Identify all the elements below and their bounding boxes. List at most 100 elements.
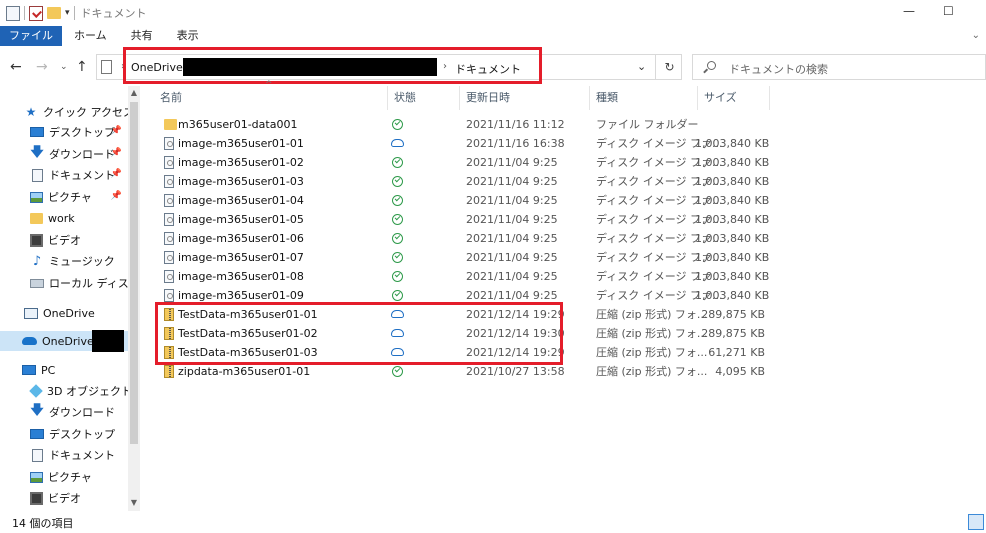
redacted-account-name — [183, 58, 437, 76]
cloud-status-icon — [391, 139, 404, 147]
scrollbar-thumb[interactable] — [130, 102, 138, 444]
navigation-pane: ★ クイック アクセス デスクトップ 📌 🡇 ダウンロード 📌 ドキュメント 📌… — [0, 86, 142, 511]
forward-icon[interactable]: → — [36, 59, 48, 75]
table-row[interactable]: image-m365user01-06 2021/11/04 9:25 ディスク イ… — [159, 229, 779, 248]
address-bar[interactable]: › OneDrive › ドキュメント ⌄ ↻ — [96, 54, 682, 80]
file-modified: 2021/11/04 9:25 — [466, 251, 558, 264]
file-size: 1,003,840 KB — [695, 194, 770, 207]
item-count: 14 個の項目 — [12, 517, 74, 530]
search-box[interactable]: ドキュメントの検索 — [692, 54, 986, 80]
table-row[interactable]: TestData-m365user01-02 2021/12/14 19:30 圧縮… — [159, 324, 779, 343]
checkmark-icon[interactable] — [29, 5, 43, 21]
file-size: 289,875 KB — [701, 308, 765, 321]
file-modified: 2021/11/04 9:25 — [466, 213, 558, 226]
sidebar-item-pictures[interactable]: ピクチャ 📌 — [0, 187, 128, 207]
file-modified: 2021/12/14 19:29 — [466, 346, 565, 359]
refresh-icon[interactable]: ↻ — [655, 55, 683, 79]
sidebar-item-downloads[interactable]: 🡇 ダウンロード 📌 — [0, 144, 128, 164]
ribbon-tabs: ファイル ホーム 共有 表示 ⌄ — [0, 26, 986, 46]
file-size: 1,003,840 KB — [695, 213, 770, 226]
tab-home[interactable]: ホーム — [62, 26, 119, 46]
table-row[interactable]: TestData-m365user01-01 2021/12/14 19:29 圧縮… — [159, 305, 779, 324]
sidebar-pc-pictures[interactable]: ピクチャ — [0, 467, 128, 487]
sidebar-item-desktop[interactable]: デスクトップ 📌 — [0, 122, 128, 142]
breadcrumb-onedrive[interactable]: OneDrive — [131, 61, 183, 74]
video-icon — [30, 491, 43, 505]
recent-locations-icon[interactable]: ⌄ — [60, 62, 68, 72]
disk-image-icon — [164, 251, 174, 264]
scroll-up-icon[interactable]: ▲ — [128, 88, 140, 97]
table-row[interactable]: image-m365user01-05 2021/11/04 9:25 ディスク イ… — [159, 210, 779, 229]
breadcrumb-current[interactable]: ドキュメント — [455, 61, 521, 77]
file-name: image-m365user01-05 — [178, 213, 304, 226]
table-row[interactable]: image-m365user01-02 2021/11/04 9:25 ディスク イ… — [159, 153, 779, 172]
column-header-size[interactable]: サイズ — [698, 86, 770, 110]
table-row[interactable]: image-m365user01-04 2021/11/04 9:25 ディスク イ… — [159, 191, 779, 210]
file-list: ^ 名前 状態 更新日時 種類 サイズ m365user01-data001 20… — [145, 80, 986, 511]
sidebar-scrollbar[interactable]: ▲ ▼ — [128, 86, 140, 511]
table-row[interactable]: m365user01-data001 2021/11/16 11:12 ファイル フ… — [159, 115, 779, 134]
column-header-type[interactable]: 種類 — [590, 86, 698, 110]
file-size: 1,003,840 KB — [695, 175, 770, 188]
column-header-modified[interactable]: 更新日時 — [460, 86, 590, 110]
tab-view[interactable]: 表示 — [165, 26, 211, 46]
toolbar-divider — [73, 6, 75, 20]
sidebar-item-work[interactable]: work — [0, 208, 128, 228]
file-name: image-m365user01-04 — [178, 194, 304, 207]
disk-image-icon — [164, 137, 174, 150]
column-header-status[interactable]: 状態 — [388, 86, 460, 110]
up-icon[interactable]: ↑ — [76, 59, 88, 75]
column-header-name[interactable]: 名前 — [154, 86, 388, 110]
sidebar-pc-3d-objects[interactable]: 3D オブジェクト — [0, 381, 132, 401]
sidebar-pc[interactable]: PC — [0, 360, 128, 380]
address-dropdown-icon[interactable]: ⌄ — [637, 60, 646, 73]
back-icon[interactable]: ← — [10, 59, 22, 75]
table-row[interactable]: image-m365user01-08 2021/11/04 9:25 ディスク イ… — [159, 267, 779, 286]
customize-toolbar-icon[interactable]: ▾ — [65, 8, 70, 18]
onedrive-folder-icon — [24, 307, 38, 319]
scroll-down-icon[interactable]: ▼ — [128, 498, 140, 507]
table-row[interactable]: TestData-m365user01-03 2021/12/14 19:29 圧縮… — [159, 343, 779, 362]
table-row[interactable]: image-m365user01-03 2021/11/04 9:25 ディスク イ… — [159, 172, 779, 191]
file-type: 圧縮 (zip 形式) フォ... — [596, 327, 708, 340]
tab-share[interactable]: 共有 — [119, 26, 165, 46]
zip-file-icon — [164, 346, 174, 359]
expand-ribbon-icon[interactable]: ⌄ — [972, 30, 980, 41]
sidebar-pc-videos[interactable]: ビデオ — [0, 488, 128, 508]
sidebar-onedrive-personal[interactable]: OneDrive — [0, 303, 128, 323]
cloud-icon — [22, 337, 37, 345]
sidebar-pc-desktop[interactable]: デスクトップ — [0, 424, 128, 444]
folder-icon — [164, 119, 177, 130]
new-folder-icon[interactable] — [47, 7, 61, 19]
file-size: 289,875 KB — [701, 327, 765, 340]
star-icon: ★ — [25, 105, 37, 119]
file-size: 1,003,840 KB — [695, 270, 770, 283]
sidebar-item-music[interactable]: ♪ ミュージック — [0, 251, 128, 271]
breadcrumb-separator-icon[interactable]: › — [443, 61, 447, 72]
minimize-button[interactable]: — — [903, 4, 915, 18]
table-row[interactable]: image-m365user01-01 2021/11/16 16:38 ディスク … — [159, 134, 779, 153]
table-row[interactable]: image-m365user01-09 2021/11/04 9:25 ディスク イ… — [159, 286, 779, 305]
tab-file[interactable]: ファイル — [0, 26, 62, 46]
table-row[interactable]: zipdata-m365user01-01 2021/10/27 13:58 圧縮 … — [159, 362, 779, 381]
sidebar-pc-downloads[interactable]: 🡇 ダウンロード — [0, 402, 128, 422]
details-view-icon[interactable] — [968, 514, 984, 530]
sidebar-pc-documents[interactable]: ドキュメント — [0, 445, 128, 465]
synced-status-icon — [392, 233, 403, 244]
file-name: image-m365user01-07 — [178, 251, 304, 264]
pin-icon: 📌 — [110, 191, 122, 201]
maximize-button[interactable]: ☐ — [943, 4, 954, 18]
desktop-icon — [30, 429, 44, 439]
sidebar-item-local-disk[interactable]: ローカル ディスク (C — [0, 273, 142, 293]
search-placeholder: ドキュメントの検索 — [729, 63, 828, 76]
sidebar-quick-access[interactable]: ★ クイック アクセス — [0, 102, 134, 122]
properties-icon[interactable] — [6, 5, 20, 21]
table-row[interactable]: image-m365user01-07 2021/11/04 9:25 ディスク イ… — [159, 248, 779, 267]
toolbar-divider — [24, 6, 25, 20]
music-icon: ♪ — [32, 253, 42, 269]
sidebar-item-videos[interactable]: ビデオ — [0, 230, 128, 250]
file-name: zipdata-m365user01-01 — [178, 365, 311, 378]
breadcrumb-separator-icon[interactable]: › — [121, 61, 125, 72]
synced-status-icon — [392, 176, 403, 187]
sidebar-item-documents[interactable]: ドキュメント 📌 — [0, 165, 128, 185]
